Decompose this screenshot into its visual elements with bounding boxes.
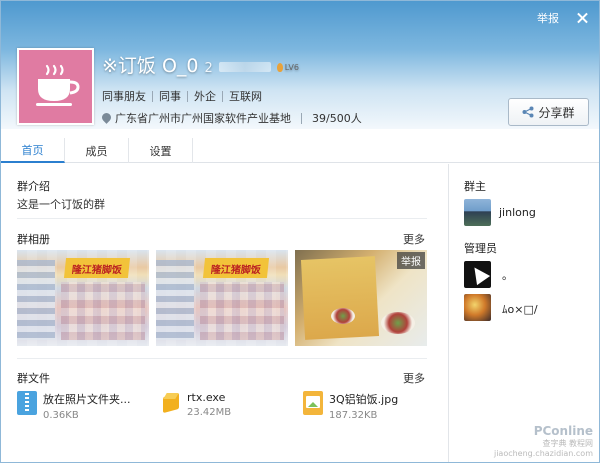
location-divider — [301, 112, 302, 124]
album-photo-1[interactable]: 隆江猪脚饭 — [17, 250, 149, 346]
level-badge: LV6 — [276, 63, 299, 72]
file-size: 23.42MB — [187, 407, 232, 418]
admin-avatar[interactable] — [464, 294, 491, 321]
member-count: 39/500人 — [312, 112, 362, 125]
album-photo-2[interactable]: 隆江猪脚饭 — [156, 250, 288, 346]
share-group-button[interactable]: 分享群 — [508, 98, 589, 126]
tab-settings[interactable]: 设置 — [129, 138, 193, 163]
intro-title: 群介绍 — [17, 180, 50, 193]
photo-strip — [156, 260, 194, 340]
photo-pixelated — [61, 282, 145, 340]
food-bowl — [331, 308, 355, 324]
flame-icon — [276, 63, 283, 72]
tag-divider — [152, 90, 153, 102]
file-text: 3Q铝铂饭.jpg 187.32KB — [329, 391, 398, 421]
file-name: 放在照片文件夹... — [43, 393, 131, 406]
watermark-main: PConline — [533, 424, 593, 438]
section-divider — [17, 358, 427, 359]
watermark-url: jiaocheng.chazidian.com — [493, 449, 593, 458]
tag-item: 外企 — [194, 90, 216, 103]
menu-poster — [300, 256, 380, 340]
files-more-link[interactable]: 更多 — [403, 370, 425, 386]
file-size: 187.32KB — [329, 410, 378, 421]
owner-avatar[interactable] — [464, 199, 491, 226]
admin-title: 管理员 — [464, 242, 497, 255]
file-size: 0.36KB — [43, 410, 79, 421]
column-divider — [448, 164, 449, 462]
file-item[interactable]: rtx.exe 23.42MB — [161, 391, 231, 418]
share-icon — [522, 106, 534, 118]
photo-strip — [17, 260, 55, 340]
close-icon[interactable] — [575, 11, 589, 25]
watermark-sub: 查字典 教程网 — [542, 439, 593, 448]
report-link[interactable]: 举报 — [537, 10, 559, 26]
group-tags: 同事朋友 同事 外企 互联网 — [102, 88, 262, 104]
tag-divider — [222, 90, 223, 102]
tag-item: 同事朋友 — [102, 90, 146, 103]
file-item[interactable]: 3Q铝铂饭.jpg 187.32KB — [303, 391, 398, 421]
level-text: LV6 — [284, 63, 299, 72]
admin-avatar[interactable] — [464, 261, 491, 288]
photo-banner: 隆江猪脚饭 — [63, 258, 131, 278]
admin-name[interactable]: 。 — [502, 267, 513, 283]
zip-file-icon — [17, 391, 37, 415]
files-title: 群文件 — [17, 372, 50, 385]
titlebar: 举报 — [537, 1, 599, 35]
tag-divider — [187, 90, 188, 102]
photo-report-button[interactable]: 举报 — [397, 252, 425, 269]
file-text: rtx.exe 23.42MB — [187, 391, 231, 418]
tag-item: 同事 — [159, 90, 181, 103]
owner-title: 群主 — [464, 180, 486, 193]
tab-bar: 首页 成员 设置 — [1, 138, 599, 163]
section-divider — [17, 218, 427, 219]
file-text: 放在照片文件夹... 0.36KB — [43, 391, 131, 421]
file-name: rtx.exe — [187, 391, 226, 404]
group-profile-window: 举报 ※订饭 O_0 2 LV6 同事朋友 同事 外企 互联网 广东省广州市广州… — [0, 0, 600, 463]
group-id-redacted — [218, 62, 271, 72]
food-bowl — [381, 312, 415, 334]
image-file-icon — [303, 391, 323, 415]
tag-item: 互联网 — [229, 90, 262, 103]
file-item[interactable]: 放在照片文件夹... 0.36KB — [17, 391, 131, 421]
album-photo-3[interactable]: 举报 — [295, 250, 427, 346]
album-more-link[interactable]: 更多 — [403, 231, 425, 247]
tab-home[interactable]: 首页 — [1, 138, 65, 163]
share-group-label: 分享群 — [538, 105, 575, 120]
location-pin-icon — [102, 113, 111, 124]
group-name-row: ※订饭 O_0 2 LV6 — [102, 51, 299, 78]
location-text: 广东省广州市广州国家软件产业基地 — [115, 112, 291, 125]
coffee-cup-icon — [35, 64, 80, 106]
group-avatar[interactable] — [17, 48, 94, 125]
exe-file-icon — [161, 391, 181, 415]
album-title: 群相册 — [17, 233, 50, 246]
intro-text: 这是一个订饭的群 — [17, 198, 105, 211]
photo-banner: 隆江猪脚饭 — [202, 258, 270, 278]
header-banner: 举报 ※订饭 O_0 2 LV6 同事朋友 同事 外企 互联网 广东省广州市广州… — [1, 1, 599, 129]
owner-name[interactable]: jinlong — [499, 206, 536, 219]
location-row: 广东省广州市广州国家软件产业基地 39/500人 — [102, 110, 362, 126]
file-name: 3Q铝铂饭.jpg — [329, 393, 399, 406]
tab-members[interactable]: 成员 — [65, 138, 129, 163]
group-name: ※订饭 O_0 — [102, 55, 199, 77]
admin-name[interactable]: ﾑo×□/ — [502, 301, 538, 317]
watermark: PConline 查字典 教程网 jiaocheng.chazidian.com — [494, 424, 593, 458]
photo-pixelated — [200, 282, 284, 340]
group-id: 2 — [204, 61, 213, 76]
